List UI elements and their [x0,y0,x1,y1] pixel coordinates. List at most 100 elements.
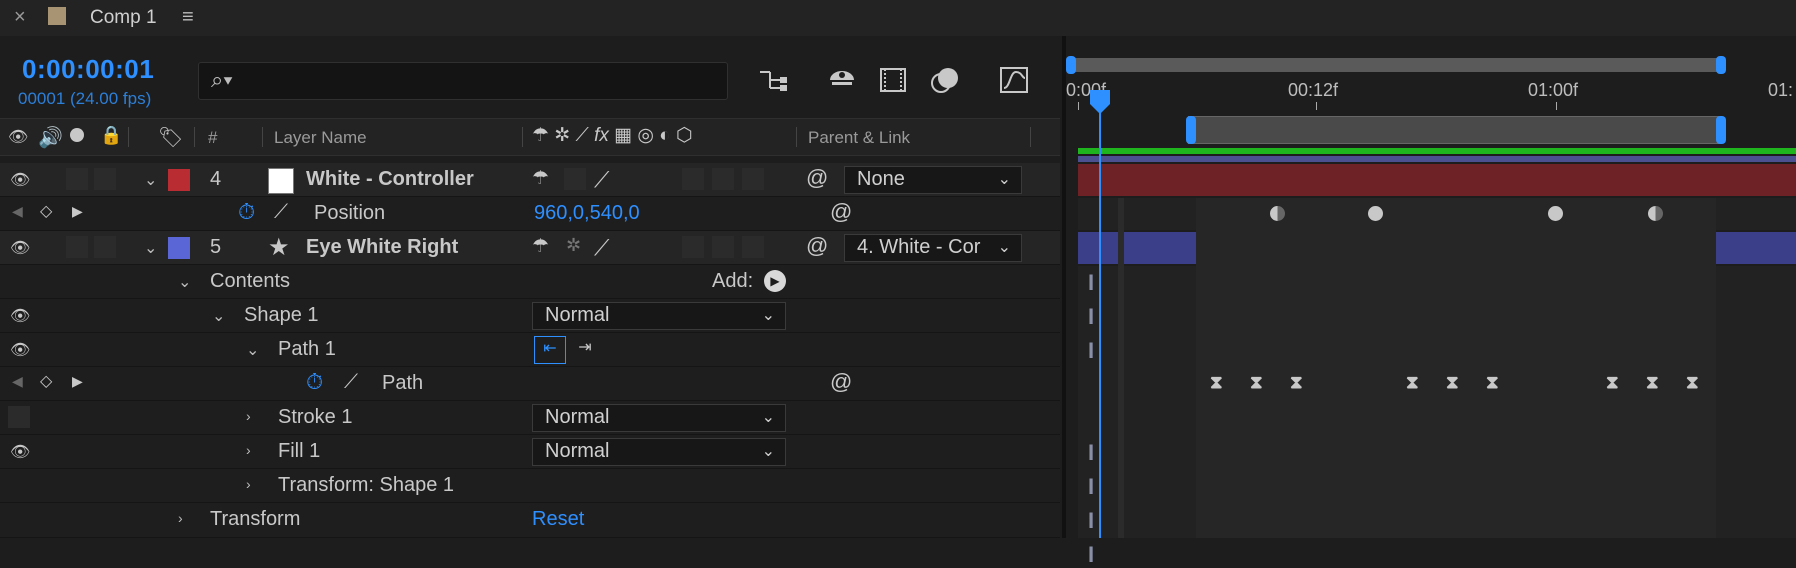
path-direction-icon[interactable]: ⇤ [534,336,566,364]
label-color-swatch[interactable] [168,237,190,259]
chevron-right-icon[interactable]: › [178,510,183,526]
keyframe[interactable] [1548,206,1563,221]
playhead-line[interactable] [1099,96,1101,538]
work-area-bar[interactable] [1188,116,1720,144]
next-keyframe-icon[interactable]: ▶ [72,203,83,220]
collapse-switch[interactable] [564,168,586,190]
eye-icon[interactable]: 👁 [10,306,30,326]
chevron-right-icon[interactable]: › [246,442,251,458]
keyframe[interactable] [1368,206,1383,221]
navigator-start-handle[interactable] [1066,56,1076,74]
stopwatch-icon[interactable]: ⏱ [306,369,323,395]
prev-keyframe-icon[interactable]: ◀ [12,203,23,220]
hold-keyframe[interactable]: ⧗ [1606,372,1619,393]
hold-keyframe[interactable]: ⧗ [1446,372,1459,393]
stopwatch-icon[interactable]: ⏱ [238,199,255,225]
switches-icons[interactable]: ☂ ✲ ⟋ fx ▦ ◎ ◐ ⬡ [532,124,693,147]
add-keyframe-icon[interactable]: ◇ [40,201,52,221]
parent-dropdown[interactable]: 4. White - Cor ⌄ [844,234,1022,262]
frame-blending-icon[interactable] [876,62,912,98]
layer-name[interactable]: White - Controller [306,168,474,191]
hold-keyframe[interactable]: ⧗ [1290,372,1303,393]
label-color-swatch[interactable] [168,169,190,191]
keyframe[interactable] [1270,206,1285,221]
reset-link[interactable]: Reset [532,508,584,531]
pick-whip-icon[interactable]: @ [806,233,828,259]
close-tab-icon[interactable]: × [14,6,26,29]
eye-icon[interactable]: 👁 [10,238,30,258]
reverse-path-icon[interactable]: ⇥ [570,336,600,362]
work-area-end-handle[interactable] [1716,116,1726,144]
audio-switch[interactable] [66,236,88,258]
eye-icon[interactable]: 👁 [10,442,30,462]
quality-switch-icon[interactable]: ⟋ [594,167,609,193]
fx-icon[interactable]: fx [594,125,609,146]
shy-layers-icon[interactable] [824,62,860,98]
audio-toggle-icon[interactable]: 🔊 [38,125,63,150]
chevron-down-icon[interactable]: ⌄ [212,306,225,326]
hold-keyframe[interactable]: ⧗ [1406,372,1419,393]
solo-toggle-icon[interactable] [70,128,84,142]
pick-whip-icon[interactable]: @ [830,369,852,395]
pick-whip-icon[interactable]: @ [830,199,852,225]
keyframe[interactable] [1648,206,1663,221]
layer-name[interactable]: Eye White Right [306,236,458,259]
time-navigator[interactable] [1070,58,1724,72]
adjust-switch[interactable] [742,236,764,258]
comp-flowchart-icon[interactable] [756,62,792,98]
hold-keyframe[interactable]: ⧗ [1250,372,1263,393]
pick-whip-icon[interactable]: @ [806,165,828,191]
blend-mode-dropdown[interactable]: Normal ⌄ [532,404,786,432]
adjust-switch[interactable] [742,168,764,190]
hold-keyframe[interactable]: ⧗ [1210,372,1223,393]
lock-switch[interactable] [94,168,116,190]
add-menu-icon[interactable]: ▶ [764,270,786,292]
video-toggle-icon[interactable]: 👁 [8,127,28,147]
graph-editor-icon[interactable] [996,62,1032,98]
sun-icon[interactable]: ✲ [566,235,581,256]
blend-mode-dropdown[interactable]: Normal ⌄ [532,302,786,330]
graph-icon[interactable]: ⟋ [274,201,288,224]
eye-icon[interactable]: 👁 [10,340,30,360]
hold-keyframe[interactable]: ⧗ [1646,372,1659,393]
chevron-right-icon[interactable]: › [246,476,251,492]
current-time-display[interactable]: 0:00:00:01 [22,54,154,85]
chevron-down-icon[interactable]: ⌄ [246,340,259,360]
panel-menu-icon[interactable]: ≡ [182,6,194,29]
prev-keyframe-icon[interactable]: ◀ [12,373,23,390]
motion-blur-icon[interactable] [928,62,964,98]
blend-switch[interactable] [712,236,734,258]
add-keyframe-icon[interactable]: ◇ [40,371,52,391]
shy-switch-icon[interactable]: ☂ [532,167,549,190]
label-tag-icon[interactable]: 🏷 [158,125,183,150]
comp-tab-title[interactable]: Comp 1 [90,7,157,29]
audio-switch[interactable] [66,168,88,190]
layer-name-header[interactable]: Layer Name [274,128,367,148]
quality-switch-icon[interactable]: ⟋ [594,235,609,261]
visibility-switch[interactable] [8,406,30,428]
next-keyframe-icon[interactable]: ▶ [72,373,83,390]
blend-mode-dropdown[interactable]: Normal ⌄ [532,438,786,466]
fx-switch[interactable] [682,168,704,190]
position-value[interactable]: 960,0,540,0 [534,202,640,225]
blend-switch[interactable] [712,168,734,190]
lock-toggle-icon[interactable]: 🔒 [100,125,122,146]
chevron-right-icon[interactable]: › [246,408,251,424]
layer-4-duration-bar[interactable] [1078,164,1796,196]
shy-switch-icon[interactable]: ☂ [532,235,549,258]
parent-dropdown[interactable]: None ⌄ [844,166,1022,194]
work-area-start-handle[interactable] [1186,116,1196,144]
chevron-down-icon[interactable]: ⌄ [144,238,157,258]
graph-icon[interactable]: ⟋ [344,371,358,394]
hold-keyframe[interactable]: ⧗ [1486,372,1499,393]
lock-switch[interactable] [94,236,116,258]
eye-icon[interactable]: 👁 [10,170,30,190]
hold-keyframe[interactable]: ⧗ [1686,372,1699,393]
layer-row-5[interactable]: 👁 ⌄ 5 ★ Eye White Right ☂ ✲ ⟋ @ 4. White… [0,231,1060,265]
playhead-handle[interactable] [1088,88,1112,116]
fx-switch[interactable] [682,236,704,258]
layer-row-4[interactable]: 👁 ⌄ 4 White - Controller ☂ ⟋ @ None ⌄ [0,163,1060,197]
chevron-down-icon[interactable]: ⌄ [178,272,191,292]
layer-search-input[interactable]: ⌕▾ [198,62,728,100]
chevron-down-icon[interactable]: ⌄ [144,170,157,190]
